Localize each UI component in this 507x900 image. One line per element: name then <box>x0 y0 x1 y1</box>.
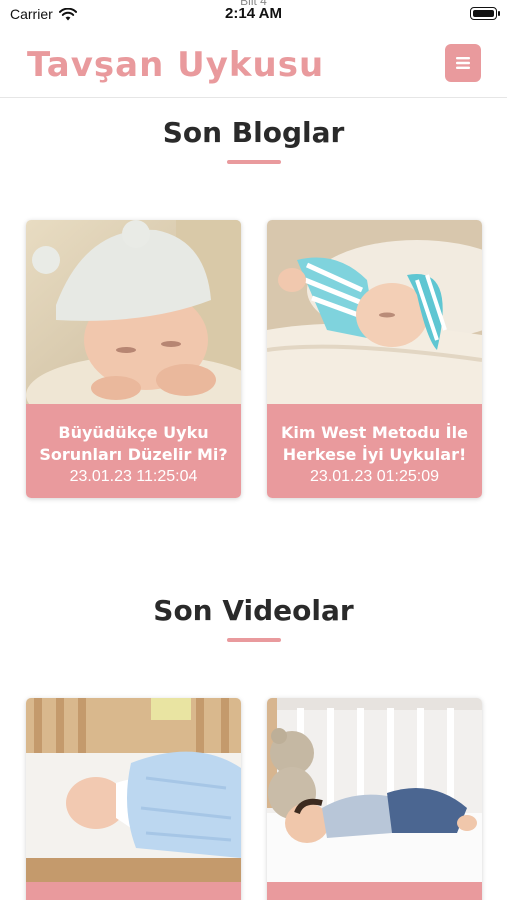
menu-button[interactable] <box>445 44 481 82</box>
blog-card-1-body: Büyüdükçe Uyku Sorunları Düzelir Mi? 23.… <box>26 404 241 498</box>
videos-section-title: Son Videolar <box>153 594 354 627</box>
blog-image-2 <box>267 220 482 404</box>
video-card-2-bar <box>267 882 482 900</box>
battery-icon <box>470 7 500 20</box>
blogs-section-title: Son Bloglar <box>162 116 345 149</box>
blog-title-1: Büyüdükçe Uyku Sorunları Düzelir Mi? <box>39 423 228 464</box>
videos-title-underline <box>227 638 281 642</box>
status-time: 2:14 AM <box>225 5 282 22</box>
blog-title-2: Kim West Metodu İle Herkese İyi Uykular! <box>281 423 468 464</box>
battery-level <box>473 10 494 17</box>
video-image-1 <box>26 698 241 882</box>
app-header: Tavşan Uykusu <box>0 28 507 98</box>
hamburger-icon <box>456 57 470 69</box>
blogs-title-underline <box>227 160 281 164</box>
video-image-2 <box>267 698 482 882</box>
blog-date-1: 23.01.23 11:25:04 <box>69 468 198 485</box>
blog-card-2[interactable]: Kim West Metodu İle Herkese İyi Uykular!… <box>267 220 482 498</box>
status-bar: Bilt 4 Carrier 2:14 AM <box>0 0 507 28</box>
video-card-2[interactable] <box>267 698 482 900</box>
brand-logo[interactable]: Tavşan Uykusu <box>27 45 324 85</box>
blog-image-1 <box>26 220 241 404</box>
blog-card-2-body: Kim West Metodu İle Herkese İyi Uykular!… <box>267 404 482 498</box>
video-card-1-bar <box>26 882 241 900</box>
blog-card-1[interactable]: Büyüdükçe Uyku Sorunları Düzelir Mi? 23.… <box>26 220 241 498</box>
video-card-1[interactable] <box>26 698 241 900</box>
blog-date-2: 23.01.23 01:25:09 <box>309 468 439 485</box>
